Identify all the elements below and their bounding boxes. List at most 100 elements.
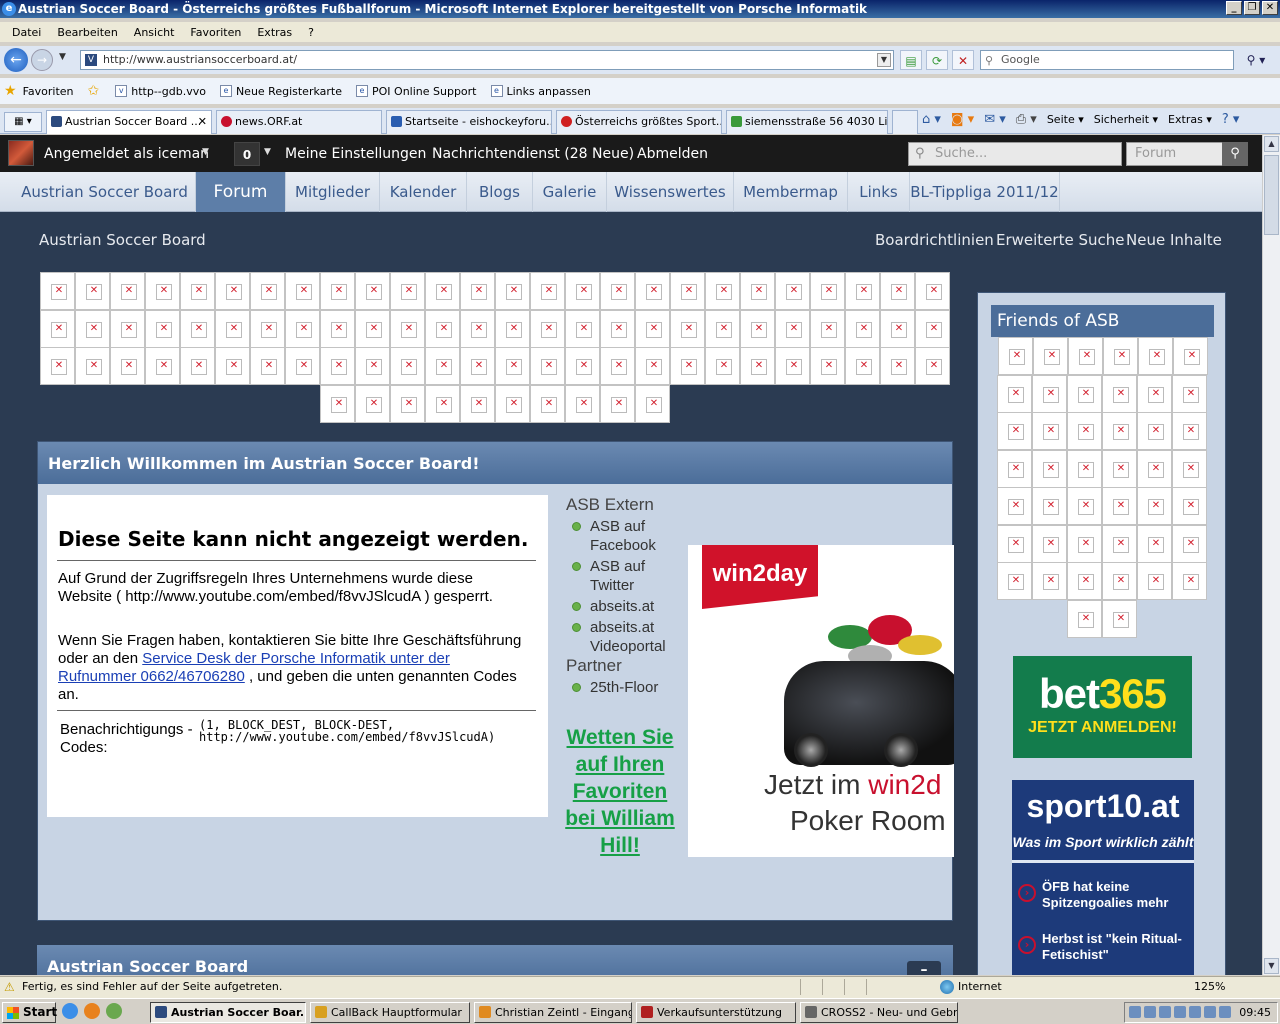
new-content-link[interactable]: Neue Inhalte (1126, 231, 1222, 249)
broken-image-icon[interactable] (1102, 600, 1137, 638)
compat-view-icon[interactable]: ▤ (900, 50, 922, 70)
broken-image-icon[interactable] (145, 272, 180, 310)
tray-icon[interactable] (1174, 1006, 1186, 1018)
broken-image-icon[interactable] (250, 310, 285, 348)
nav-mitglieder[interactable]: Mitglieder (286, 172, 380, 212)
back-button[interactable]: ← (4, 48, 28, 72)
broken-image-icon[interactable] (1067, 562, 1102, 600)
broken-image-icon[interactable] (250, 272, 285, 310)
broken-image-icon[interactable] (145, 310, 180, 348)
favorites-button[interactable]: ★ Favoriten (4, 83, 74, 99)
broken-image-icon[interactable] (775, 347, 810, 385)
broken-image-icon[interactable] (1137, 412, 1172, 450)
nav-blogs[interactable]: Blogs (467, 172, 533, 212)
broken-image-icon[interactable] (460, 272, 495, 310)
broken-image-icon[interactable] (1067, 487, 1102, 525)
broken-image-icon[interactable] (390, 272, 425, 310)
broken-image-icon[interactable] (1137, 487, 1172, 525)
broken-image-icon[interactable] (1033, 337, 1068, 375)
broken-image-icon[interactable] (285, 347, 320, 385)
extern-twitter[interactable]: ASB auf Twitter (572, 557, 686, 595)
feeds-icon[interactable]: ◙ ▾ (951, 112, 974, 127)
search-input[interactable]: ⚲ Google (980, 50, 1234, 70)
broken-image-icon[interactable] (1172, 487, 1207, 525)
close-tab-icon[interactable]: ✕ (198, 111, 207, 133)
breadcrumb[interactable]: Austrian Soccer Board (39, 231, 206, 249)
extern-abseits[interactable]: abseits.at (572, 597, 686, 616)
address-dropdown-icon[interactable]: ▼ (877, 53, 891, 67)
broken-image-icon[interactable] (75, 310, 110, 348)
collapse-button[interactable]: – (907, 961, 941, 975)
broken-image-icon[interactable] (215, 347, 250, 385)
boardrichtlinien-link[interactable]: Boardrichtlinien (875, 231, 994, 249)
broken-image-icon[interactable] (997, 412, 1032, 450)
broken-image-icon[interactable] (1032, 487, 1067, 525)
broken-image-icon[interactable] (1172, 412, 1207, 450)
broken-image-icon[interactable] (1172, 375, 1207, 413)
restore-button[interactable]: ❐ (1244, 1, 1260, 15)
broken-image-icon[interactable] (530, 347, 565, 385)
help-icon[interactable]: ? ▾ (1222, 112, 1240, 127)
broken-image-icon[interactable] (915, 272, 950, 310)
taskbar-item[interactable]: Austrian Soccer Boar... (150, 1002, 306, 1023)
extern-facebook[interactable]: ASB auf Facebook (572, 517, 686, 555)
sport10-news-1[interactable]: ÖFB hat keine Spitzengoalies mehr (1042, 879, 1192, 911)
quick-tabs-button[interactable]: ▦ ▾ (4, 112, 42, 132)
broken-image-icon[interactable] (775, 310, 810, 348)
partner-25th-floor[interactable]: 25th-Floor (572, 678, 686, 697)
broken-image-icon[interactable] (1067, 525, 1102, 563)
chevron-down-icon[interactable]: ▼ (202, 147, 209, 157)
menu-bearbeiten[interactable]: Bearbeiten (49, 26, 125, 39)
broken-image-icon[interactable] (565, 310, 600, 348)
tab-news-orf[interactable]: news.ORF.at (216, 110, 382, 134)
mail-icon[interactable]: ✉ ▾ (984, 112, 1006, 127)
broken-image-icon[interactable] (355, 310, 390, 348)
broken-image-icon[interactable] (845, 272, 880, 310)
broken-image-icon[interactable] (530, 272, 565, 310)
nav-forum[interactable]: Forum (196, 172, 286, 212)
broken-image-icon[interactable] (1067, 412, 1102, 450)
nav-links[interactable]: Links (848, 172, 910, 212)
broken-image-icon[interactable] (1032, 525, 1067, 563)
tray-icon[interactable] (1144, 1006, 1156, 1018)
broken-image-icon[interactable] (530, 385, 565, 423)
broken-image-icon[interactable] (40, 272, 75, 310)
broken-image-icon[interactable] (998, 337, 1033, 375)
broken-image-icon[interactable] (1032, 562, 1067, 600)
zoom-level[interactable]: 125% (1194, 977, 1225, 997)
broken-image-icon[interactable] (997, 375, 1032, 413)
tools-menu[interactable]: Extras ▾ (1168, 113, 1212, 126)
tab-eishockeyforum[interactable]: Startseite - eishockeyforu... (386, 110, 552, 134)
broken-image-icon[interactable] (180, 347, 215, 385)
fav-item-links-anpassen[interactable]: e Links anpassen (490, 85, 591, 98)
broken-image-icon[interactable] (75, 347, 110, 385)
broken-image-icon[interactable] (565, 272, 600, 310)
broken-image-icon[interactable] (390, 385, 425, 423)
broken-image-icon[interactable] (1172, 525, 1207, 563)
broken-image-icon[interactable] (635, 385, 670, 423)
nav-membermap[interactable]: Membermap (734, 172, 848, 212)
broken-image-icon[interactable] (285, 272, 320, 310)
taskbar-item[interactable]: CROSS2 - Neu- und Gebr... (800, 1002, 958, 1023)
search-scope-select[interactable]: Forum (1126, 142, 1228, 166)
broken-image-icon[interactable] (1102, 412, 1137, 450)
broken-image-icon[interactable] (355, 272, 390, 310)
start-button[interactable]: Start (2, 1002, 57, 1023)
broken-image-icon[interactable] (40, 310, 75, 348)
broken-image-icon[interactable] (997, 562, 1032, 600)
broken-image-icon[interactable] (355, 347, 390, 385)
nav-kalender[interactable]: Kalender (380, 172, 467, 212)
forum-search-button[interactable]: ⚲ (1222, 142, 1248, 166)
broken-image-icon[interactable] (1173, 337, 1208, 375)
broken-image-icon[interactable] (845, 310, 880, 348)
broken-image-icon[interactable] (740, 347, 775, 385)
fav-item-poi-support[interactable]: e POI Online Support (356, 85, 477, 98)
broken-image-icon[interactable] (1102, 487, 1137, 525)
broken-image-icon[interactable] (1137, 450, 1172, 488)
broken-image-icon[interactable] (320, 385, 355, 423)
broken-image-icon[interactable] (180, 310, 215, 348)
broken-image-icon[interactable] (425, 385, 460, 423)
nav-galerie[interactable]: Galerie (533, 172, 607, 212)
broken-image-icon[interactable] (425, 310, 460, 348)
ie-launch-icon[interactable] (62, 1003, 78, 1019)
